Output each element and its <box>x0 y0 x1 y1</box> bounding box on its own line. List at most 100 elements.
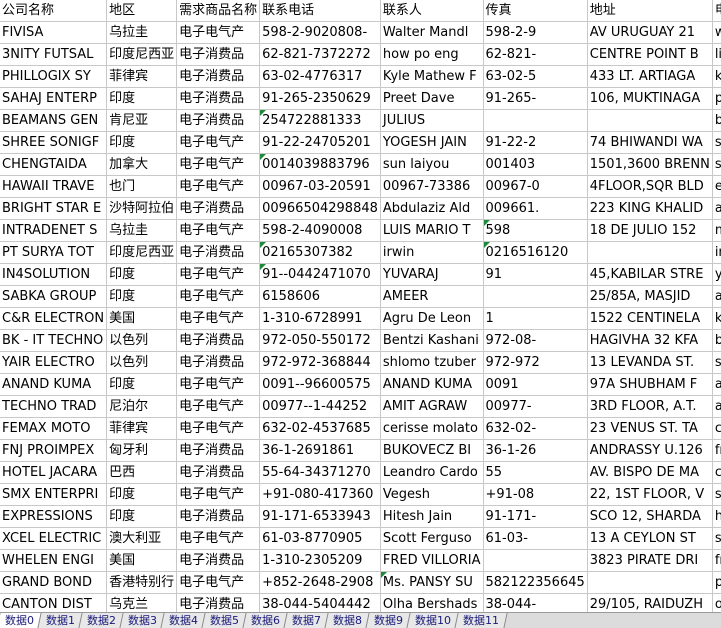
table-cell[interactable]: 254722881333 <box>259 109 381 132</box>
table-cell[interactable]: 印度 <box>106 87 178 110</box>
table-cell[interactable]: 001403 <box>483 153 588 176</box>
table-cell[interactable]: 00967-03-20591 <box>259 175 381 198</box>
table-cell[interactable]: Preet Dave <box>380 87 484 110</box>
table-cell[interactable]: beamanscom@yaho <box>712 109 721 132</box>
table-cell[interactable]: o.bershadska@gmail <box>712 593 721 612</box>
table-cell[interactable]: hitesh.jain@expjewel <box>712 505 721 528</box>
table-cell[interactable]: 印度 <box>106 263 178 286</box>
table-cell[interactable]: an_222_an@hotmail <box>712 197 721 220</box>
table-cell[interactable]: YOGESH JAIN <box>380 131 484 154</box>
table-cell[interactable]: 18 DE JULIO 152 <box>587 219 713 242</box>
table-cell[interactable]: +91-08 <box>483 483 588 506</box>
table-cell[interactable]: 91--0442471070 <box>259 263 381 286</box>
table-cell[interactable]: 63-02-5 <box>483 65 588 88</box>
table-cell[interactable]: ANAND KUMA <box>380 373 484 396</box>
table-cell[interactable] <box>587 109 713 132</box>
table-cell[interactable]: 00967-0 <box>483 175 588 198</box>
table-cell[interactable]: 3823 PIRATE DRI <box>587 549 713 572</box>
table-cell[interactable]: 1501,3600 BRENN <box>587 153 713 176</box>
table-cell[interactable]: Vegesh <box>380 483 484 506</box>
table-cell[interactable]: 沙特阿拉伯 <box>106 197 178 220</box>
table-cell[interactable]: JULIUS <box>380 109 484 132</box>
table-cell[interactable]: 009661. <box>483 197 588 220</box>
table-cell[interactable]: CHENGTAIDA <box>0 153 108 176</box>
table-cell[interactable]: 972-972-368844 <box>259 351 381 374</box>
table-cell[interactable]: CANTON DIST <box>0 593 108 612</box>
table-cell[interactable]: Ms. PANSY SU <box>380 571 484 594</box>
table-cell[interactable]: IN4SOLUTION <box>0 263 108 286</box>
table-cell[interactable]: BRIGHT STAR E <box>0 197 108 220</box>
table-cell[interactable]: 电子电气产 <box>176 571 261 594</box>
table-cell[interactable]: 45,KABILAR STRE <box>587 263 713 286</box>
table-cell[interactable]: SCO 12, SHARDA <box>587 505 713 528</box>
column-header-cell[interactable]: 公司名称 <box>0 0 108 22</box>
sheet-tab[interactable]: 数据11 <box>454 613 508 628</box>
table-cell[interactable]: 电子电气产 <box>176 483 261 506</box>
table-cell[interactable]: 电子电气产 <box>176 307 261 330</box>
table-cell[interactable]: WHELEN ENGI <box>0 549 108 572</box>
table-cell[interactable]: EXPRESSIONS <box>0 505 108 528</box>
table-cell[interactable]: 91-171-6533943 <box>259 505 381 528</box>
table-cell[interactable]: 632-02- <box>483 417 588 440</box>
table-cell[interactable]: 电子电气产 <box>176 373 261 396</box>
table-cell[interactable]: 00977- <box>483 395 588 418</box>
table-cell[interactable]: ling2mayakoro@yah <box>712 43 721 66</box>
sheet-tab[interactable]: 数据9 <box>365 613 412 628</box>
table-cell[interactable]: 香港特别行 <box>106 571 178 594</box>
table-cell[interactable]: yuvraj@in4solution.c <box>712 263 721 286</box>
table-cell[interactable]: 13 LEVANDA ST. <box>587 351 713 374</box>
table-cell[interactable]: 电子电气产 <box>176 175 261 198</box>
table-cell[interactable]: 乌拉圭 <box>106 219 178 242</box>
table-cell[interactable]: 也门 <box>106 175 178 198</box>
sheet-tab[interactable]: 数据6 <box>242 613 289 628</box>
table-cell[interactable]: 0216516120 <box>483 241 588 264</box>
table-cell[interactable]: 972-08- <box>483 329 588 352</box>
table-cell[interactable]: 电子电气产 <box>176 395 261 418</box>
table-cell[interactable]: 乌克兰 <box>106 593 178 612</box>
table-cell[interactable]: Hitesh Jain <box>380 505 484 528</box>
table-cell[interactable]: contato@hoteljacara <box>712 461 721 484</box>
table-cell[interactable]: 0014039883796 <box>259 153 381 176</box>
table-cell[interactable]: Olha Bershads <box>380 593 484 612</box>
table-cell[interactable]: sunlaiyou@gmail.co <box>712 153 721 176</box>
column-header-cell[interactable]: 电子邮件 <box>712 0 721 22</box>
table-cell[interactable]: 电子电气产 <box>176 527 261 550</box>
table-cell[interactable]: 电子消费品 <box>176 43 261 66</box>
table-cell[interactable]: psun@grandbond.co <box>712 571 721 594</box>
table-cell[interactable]: +852-2648-2908 <box>259 571 381 594</box>
table-cell[interactable]: 22, 1ST FLOOR, V <box>587 483 713 506</box>
column-header-cell[interactable]: 地址 <box>587 0 713 22</box>
table-cell[interactable]: 61-03- <box>483 527 588 550</box>
table-cell[interactable]: 91-171- <box>483 505 588 528</box>
table-cell[interactable]: TECHNO TRAD <box>0 395 108 418</box>
table-cell[interactable]: 598-2-4090008 <box>259 219 381 242</box>
table-cell[interactable]: 电子电气产 <box>176 131 261 154</box>
table-cell[interactable]: 62-821- <box>483 43 588 66</box>
table-cell[interactable]: Kyle Mathew F <box>380 65 484 88</box>
table-cell[interactable]: 1522 CENTINELA <box>587 307 713 330</box>
table-cell[interactable]: 电子消费品 <box>176 439 261 462</box>
table-cell[interactable]: Leandro Cardo <box>380 461 484 484</box>
table-cell[interactable]: 74 BHIWANDI WA <box>587 131 713 154</box>
table-cell[interactable]: LUIS MARIO T <box>380 219 484 242</box>
table-cell[interactable]: HAGIVHA 32 KFA <box>587 329 713 352</box>
table-cell[interactable]: +91-080-417360 <box>259 483 381 506</box>
spreadsheet-grid[interactable]: 公司名称地区需求商品名称联系电话联系人传真地址电子邮件公司网FIVISA乌拉圭电… <box>0 0 721 612</box>
table-cell[interactable]: 电子消费品 <box>176 197 261 220</box>
table-cell[interactable]: HAWAII TRAVE <box>0 175 108 198</box>
table-cell[interactable]: 972-972 <box>483 351 588 374</box>
table-cell[interactable]: 582122356645 <box>483 571 588 594</box>
table-cell[interactable]: 1-310-6728991 <box>259 307 381 330</box>
table-cell[interactable]: sun laiyou <box>380 153 484 176</box>
sheet-tab[interactable]: 数据1 <box>37 613 84 628</box>
column-header-cell[interactable]: 地区 <box>106 0 178 22</box>
table-cell[interactable]: Scott Ferguso <box>380 527 484 550</box>
table-cell[interactable]: 3NITY FUTSAL <box>0 43 108 66</box>
table-cell[interactable]: 55 <box>483 461 588 484</box>
sheet-tab[interactable]: 数据4 <box>160 613 207 628</box>
table-cell[interactable]: 972-050-550172 <box>259 329 381 352</box>
table-cell[interactable]: cerisse molato <box>380 417 484 440</box>
table-cell[interactable]: 91-22-2 <box>483 131 588 154</box>
table-cell[interactable]: 电子电气产 <box>176 153 261 176</box>
table-cell[interactable]: AV. BISPO DE MA <box>587 461 713 484</box>
